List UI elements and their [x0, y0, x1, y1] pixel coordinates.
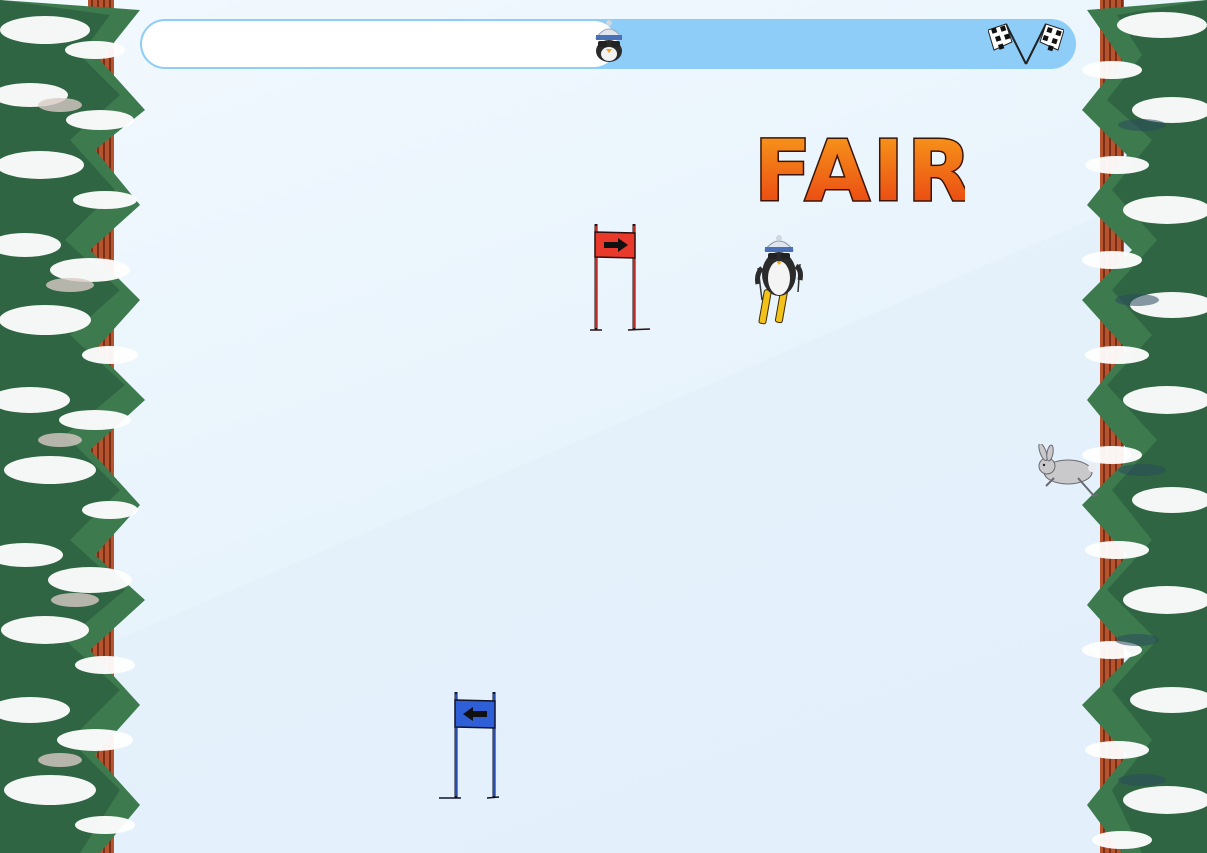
progress-fill [142, 21, 617, 67]
forest-right [1082, 0, 1207, 853]
slalom-gate-blue [439, 692, 500, 799]
forest-left [0, 0, 145, 853]
rabbit-obstacle [1038, 444, 1099, 498]
rating-text: FAIR [754, 122, 965, 210]
checkered-flags-icon [988, 23, 1064, 65]
game-stage[interactable]: FAIR [0, 0, 1207, 853]
penguin-skier[interactable] [752, 234, 806, 330]
slalom-gate-red [590, 224, 651, 331]
ski-slope [0, 170, 1207, 853]
rating-label: FAIR [750, 118, 966, 211]
penguin-head-icon [595, 20, 623, 62]
